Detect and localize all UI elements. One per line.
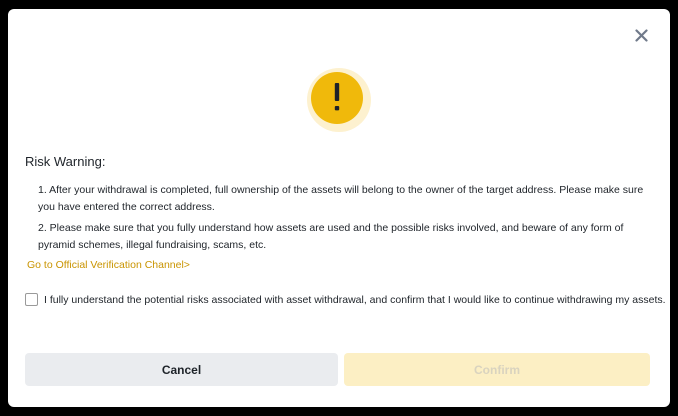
risk-warning-title: Risk Warning: [25, 154, 106, 169]
cancel-button[interactable]: Cancel [25, 353, 338, 386]
risk-warning-dialog: Risk Warning: 1. After your withdrawal i… [8, 9, 670, 407]
risk-item-2: 2. Please make sure that you fully under… [38, 222, 624, 251]
close-button[interactable] [632, 26, 650, 44]
exclamation-icon [307, 68, 371, 132]
acknowledge-checkbox[interactable] [25, 293, 38, 306]
close-icon [634, 28, 648, 42]
verification-channel-link[interactable]: Go to Official Verification Channel> [27, 259, 190, 271]
acknowledge-label: I fully understand the potential risks a… [44, 294, 666, 306]
confirm-button[interactable]: Confirm [344, 353, 650, 386]
risk-item-1: 1. After your withdrawal is completed, f… [38, 184, 644, 213]
